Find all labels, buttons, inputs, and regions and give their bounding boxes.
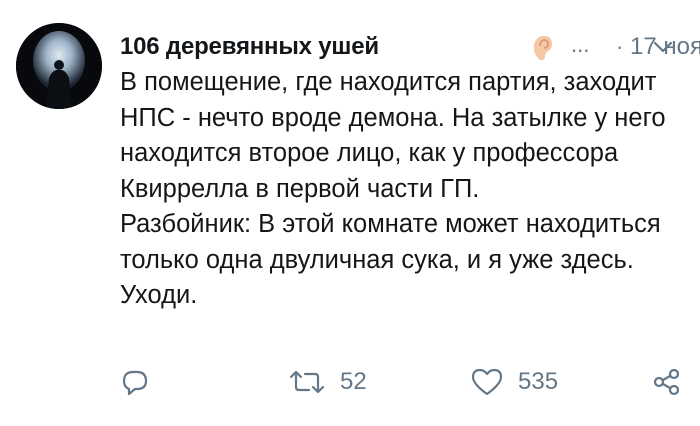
author-display-name[interactable]: 106 деревянных ушей bbox=[120, 30, 379, 64]
retweet-icon bbox=[289, 370, 325, 394]
like-count: 535 bbox=[518, 368, 559, 395]
like-button[interactable]: 535 bbox=[470, 360, 558, 404]
retweet-button[interactable]: 52 bbox=[288, 360, 367, 404]
share-button[interactable] bbox=[652, 360, 682, 404]
timestamp-separator: · bbox=[616, 34, 624, 59]
share-icon bbox=[653, 368, 680, 396]
tweet-actions: 52 535 bbox=[0, 360, 700, 410]
reply-button[interactable] bbox=[120, 360, 150, 404]
tweet-text: В помещение, где находится партия, заход… bbox=[120, 65, 690, 314]
chevron-down-icon[interactable] bbox=[652, 38, 674, 56]
author-handle[interactable]: ... bbox=[571, 30, 589, 60]
retweet-count: 52 bbox=[340, 368, 367, 395]
avatar-image bbox=[16, 23, 102, 109]
avatar[interactable] bbox=[16, 23, 102, 109]
heart-icon bbox=[471, 368, 503, 396]
tweet-header: 106 деревянных ушей ... · 17 нояб. bbox=[120, 30, 700, 64]
ear-icon bbox=[533, 36, 552, 61]
tweet-paragraph: В помещение, где находится партия, заход… bbox=[120, 68, 666, 203]
reply-icon bbox=[122, 370, 148, 396]
tweet-paragraph: Разбойник: В этой комнате может находить… bbox=[120, 210, 661, 309]
